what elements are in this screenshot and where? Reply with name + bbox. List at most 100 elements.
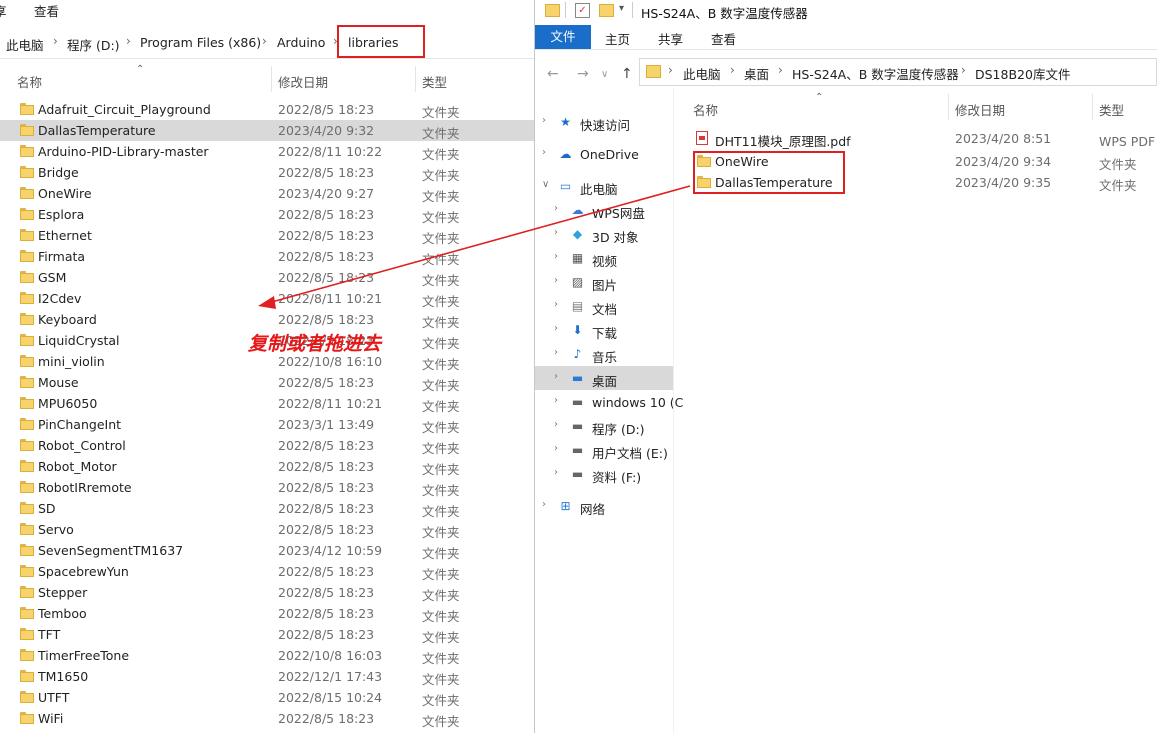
table-row[interactable]: TimerFreeTone 2022/10/8 16:03 文件夹 xyxy=(0,645,534,666)
left-address-bar[interactable]: 此电脑 › 程序 (D:) › Program Files (x86) › Ar… xyxy=(0,28,534,59)
recent-dropdown-icon[interactable]: ∨ xyxy=(601,69,608,80)
table-row[interactable]: OneWire 2023/4/20 9:27 文件夹 xyxy=(0,183,534,204)
nav-item[interactable]: › ▬ 桌面 xyxy=(535,366,673,390)
nav-item[interactable]: › ◆ 3D 对象 xyxy=(535,222,673,246)
table-row[interactable]: TM1650 2022/12/1 17:43 文件夹 xyxy=(0,666,534,687)
ribbon-tab-share[interactable]: 享 xyxy=(0,1,7,20)
table-row[interactable]: I2Cdev 2022/8/11 10:21 文件夹 xyxy=(0,288,534,309)
chevron-right-icon[interactable]: › xyxy=(262,34,267,48)
nav-item[interactable]: › ☁ WPS网盘 xyxy=(535,198,673,222)
pane-divider[interactable] xyxy=(673,88,674,733)
table-row[interactable]: SD 2022/8/5 18:23 文件夹 xyxy=(0,498,534,519)
back-arrow-icon[interactable]: ← xyxy=(547,66,559,82)
menu-home[interactable]: 主页 xyxy=(605,29,630,48)
right-address-bar[interactable]: › 此电脑 › 桌面 › HS-S24A、B 数字温度传感器 › DS18B20… xyxy=(639,58,1157,86)
menu-file[interactable]: 文件 xyxy=(535,25,591,49)
table-row[interactable]: Adafruit_Circuit_Playground 2022/8/5 18:2… xyxy=(0,99,534,120)
chevron-right-icon[interactable]: › xyxy=(126,34,131,48)
column-date[interactable]: 修改日期 xyxy=(278,72,328,91)
table-row[interactable]: Servo 2022/8/5 18:23 文件夹 xyxy=(0,519,534,540)
table-row[interactable]: Keyboard 2022/8/5 18:23 文件夹 xyxy=(0,309,534,330)
table-row[interactable]: SevenSegmentTM1637 2023/4/12 10:59 文件夹 xyxy=(0,540,534,561)
chevron-right-icon[interactable]: › xyxy=(961,63,966,77)
breadcrumb-item[interactable]: HS-S24A、B 数字温度传感器 xyxy=(792,64,959,83)
breadcrumb-item[interactable]: Program Files (x86) xyxy=(140,35,261,50)
chevron-right-icon[interactable]: › xyxy=(554,371,558,382)
table-row[interactable]: Firmata 2022/8/5 18:23 文件夹 xyxy=(0,246,534,267)
nav-item[interactable]: › ▤ 文档 xyxy=(535,294,673,318)
chevron-right-icon[interactable]: › xyxy=(554,227,558,238)
table-row[interactable]: Temboo 2022/8/5 18:23 文件夹 xyxy=(0,603,534,624)
properties-icon[interactable]: ✓ xyxy=(575,3,590,18)
forward-arrow-icon[interactable]: → xyxy=(577,66,589,82)
chevron-right-icon[interactable]: › xyxy=(542,115,546,126)
table-row[interactable]: Robot_Motor 2022/8/5 18:23 文件夹 xyxy=(0,456,534,477)
ribbon-tab-view[interactable]: 查看 xyxy=(34,1,59,20)
menu-view[interactable]: 查看 xyxy=(711,29,736,48)
chevron-right-icon[interactable]: › xyxy=(730,63,735,77)
nav-item[interactable]: › ⬇ 下载 xyxy=(535,318,673,342)
breadcrumb-item[interactable]: 此电脑 xyxy=(6,35,44,54)
nav-item[interactable]: › ⊞ 网络 xyxy=(535,494,673,518)
table-row[interactable]: DallasTemperature 2023/4/20 9:32 文件夹 xyxy=(0,120,534,141)
table-row[interactable]: GSM 2022/8/5 18:23 文件夹 xyxy=(0,267,534,288)
chevron-right-icon[interactable]: › xyxy=(554,443,558,454)
nav-item[interactable]: › ★ 快速访问 xyxy=(535,110,673,134)
chevron-right-icon[interactable]: › xyxy=(554,395,558,406)
chevron-right-icon[interactable]: › xyxy=(554,419,558,430)
chevron-right-icon[interactable]: › xyxy=(778,63,783,77)
nav-item[interactable]: › ▬ 用户文档 (E:) xyxy=(535,438,673,462)
breadcrumb-item[interactable]: 程序 (D:) xyxy=(67,35,120,54)
chevron-right-icon[interactable]: › xyxy=(554,347,558,358)
table-row[interactable]: Robot_Control 2022/8/5 18:23 文件夹 xyxy=(0,435,534,456)
column-date[interactable]: 修改日期 xyxy=(955,100,1005,119)
table-row[interactable]: Bridge 2022/8/5 18:23 文件夹 xyxy=(0,162,534,183)
table-row[interactable]: Esplora 2022/8/5 18:23 文件夹 xyxy=(0,204,534,225)
column-name[interactable]: 名称 xyxy=(693,100,718,119)
nav-item[interactable]: › ▬ 资料 (F:) xyxy=(535,462,673,486)
table-row[interactable]: MPU6050 2022/8/11 10:21 文件夹 xyxy=(0,393,534,414)
column-type[interactable]: 类型 xyxy=(1099,100,1124,119)
table-row[interactable]: Arduino-PID-Library-master 2022/8/11 10:2… xyxy=(0,141,534,162)
chevron-right-icon[interactable]: › xyxy=(554,323,558,334)
chevron-right-icon[interactable]: › xyxy=(554,203,558,214)
table-row[interactable]: UTFT 2022/8/15 10:24 文件夹 xyxy=(0,687,534,708)
new-folder-icon[interactable] xyxy=(599,4,614,17)
chevron-right-icon[interactable]: › xyxy=(542,147,546,158)
column-divider[interactable] xyxy=(415,66,416,92)
table-row[interactable]: Mouse 2022/8/5 18:23 文件夹 xyxy=(0,372,534,393)
nav-item[interactable]: › ☁ OneDrive xyxy=(535,142,673,166)
table-row[interactable]: Stepper 2022/8/5 18:23 文件夹 xyxy=(0,582,534,603)
column-divider[interactable] xyxy=(1092,94,1093,120)
nav-item[interactable]: › ▦ 视频 xyxy=(535,246,673,270)
breadcrumb-item[interactable]: 此电脑 xyxy=(683,64,721,83)
table-row[interactable]: Ethernet 2022/8/5 18:23 文件夹 xyxy=(0,225,534,246)
nav-item[interactable]: ∨ ▭ 此电脑 xyxy=(535,174,673,198)
chevron-right-icon[interactable]: › xyxy=(53,34,58,48)
chevron-down-icon[interactable]: ∨ xyxy=(542,179,549,190)
nav-item[interactable]: › ♪ 音乐 xyxy=(535,342,673,366)
breadcrumb-item[interactable]: 桌面 xyxy=(744,64,769,83)
chevron-right-icon[interactable]: › xyxy=(542,499,546,510)
nav-item[interactable]: › ▬ windows 10 (C xyxy=(535,390,683,414)
table-row[interactable]: PinChangeInt 2023/3/1 13:49 文件夹 xyxy=(0,414,534,435)
chevron-right-icon[interactable]: › xyxy=(554,251,558,262)
column-name[interactable]: 名称 xyxy=(17,72,42,91)
nav-item[interactable]: › ▨ 图片 xyxy=(535,270,673,294)
menu-share[interactable]: 共享 xyxy=(658,29,683,48)
table-row[interactable]: TFT 2022/8/5 18:23 文件夹 xyxy=(0,624,534,645)
chevron-right-icon[interactable]: › xyxy=(554,299,558,310)
quick-access-dropdown-icon[interactable]: ▾ xyxy=(619,3,624,14)
column-divider[interactable] xyxy=(271,66,272,92)
table-row[interactable]: WiFi 2022/8/5 18:23 文件夹 xyxy=(0,708,534,729)
chevron-right-icon[interactable]: › xyxy=(554,467,558,478)
chevron-right-icon[interactable]: › xyxy=(554,275,558,286)
column-divider[interactable] xyxy=(948,94,949,120)
nav-item[interactable]: › ▬ 程序 (D:) xyxy=(535,414,673,438)
table-row[interactable]: SpacebrewYun 2022/8/5 18:23 文件夹 xyxy=(0,561,534,582)
column-type[interactable]: 类型 xyxy=(422,72,447,91)
chevron-right-icon[interactable]: › xyxy=(668,63,673,77)
table-row[interactable]: RobotIRremote 2022/8/5 18:23 文件夹 xyxy=(0,477,534,498)
breadcrumb-item-current[interactable]: DS18B20库文件 xyxy=(975,64,1070,83)
table-row[interactable]: DHT11模块_原理图.pdf 2023/4/20 8:51 WPS PDF 文 xyxy=(685,128,1157,149)
